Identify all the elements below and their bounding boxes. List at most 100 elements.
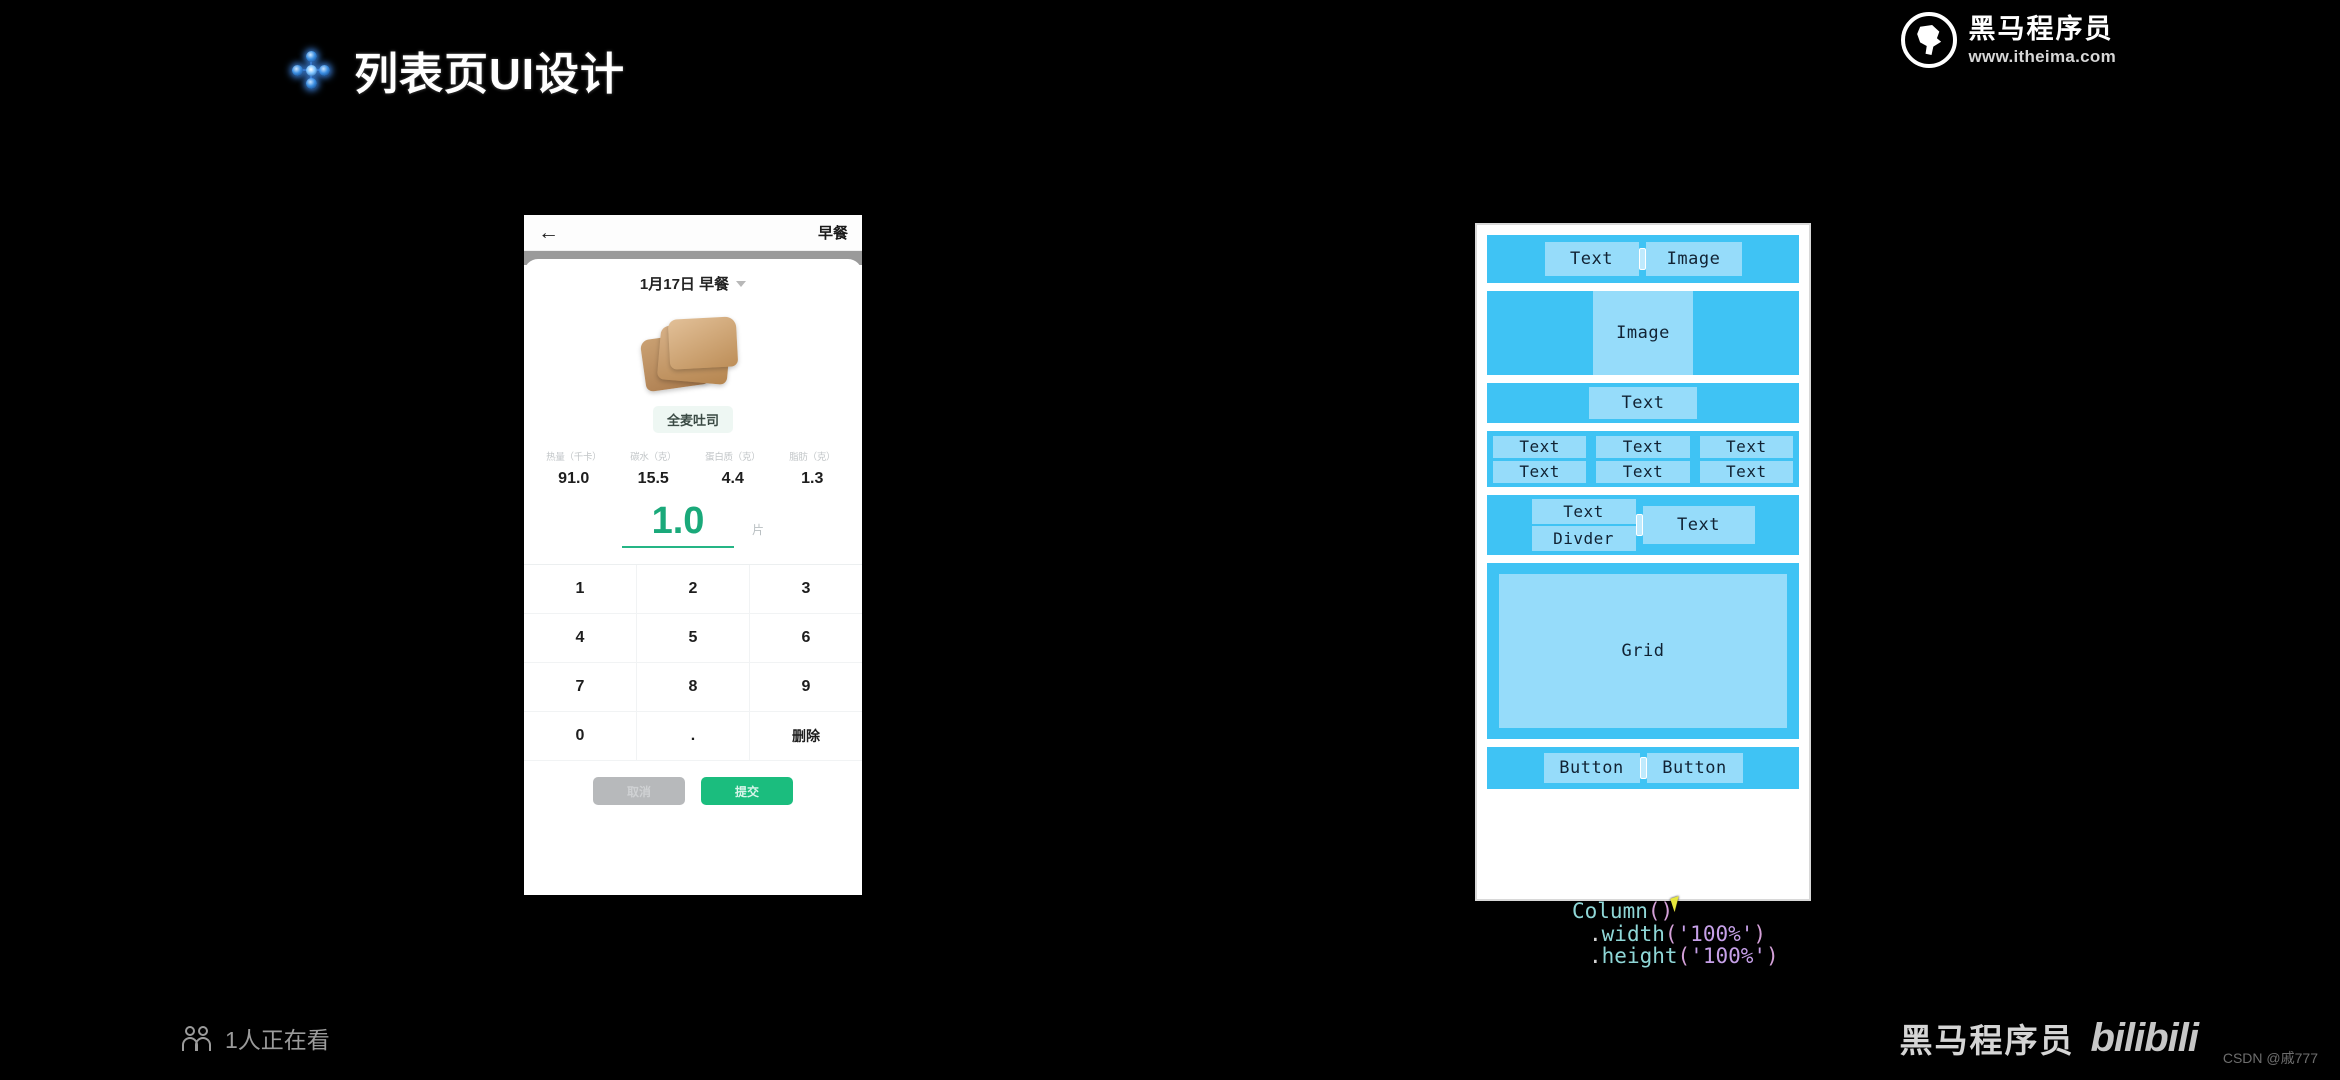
- wireframe-diagram: Text Image Image Text Text Text Text Tex…: [1475, 223, 1811, 901]
- code-close-paren: ): [1753, 921, 1767, 946]
- code-parens: (): [1647, 899, 1674, 923]
- code-open-paren: (: [1664, 921, 1678, 946]
- code-close-paren: ): [1766, 944, 1779, 969]
- wireframe-text-block[interactable]: Text: [1493, 435, 1587, 458]
- wireframe-stat-column: Text Text: [1699, 435, 1793, 483]
- code-arg-height: '100%': [1690, 944, 1767, 969]
- food-image: [524, 312, 862, 398]
- numeric-keypad: 1 2 3 4 5 6 7 8 9 0 . 删除: [524, 564, 862, 761]
- wireframe-row-title[interactable]: Text: [1487, 383, 1799, 423]
- phone-statusbar: ← 早餐: [524, 215, 862, 251]
- keypad-row: 1 2 3: [524, 565, 862, 614]
- keypad-row: 7 8 9: [524, 663, 862, 712]
- code-class-name: Column: [1572, 899, 1648, 923]
- wireframe-row-grid[interactable]: Grid: [1487, 563, 1799, 739]
- chevron-down-icon: [736, 280, 747, 287]
- cancel-button[interactable]: 取消: [593, 777, 685, 805]
- watermark-brand: 黑马程序员: [1899, 1022, 2075, 1059]
- wireframe-divider-block[interactable]: Divder: [1531, 526, 1636, 551]
- page-title: 列表页UI设计: [354, 50, 625, 99]
- nutrition-value: 1.3: [801, 470, 824, 487]
- drag-handle-icon[interactable]: [1639, 757, 1647, 779]
- nutrition-table: 热量（千卡） 碳水（克） 蛋白质（克） 脂肪（克） 91.0 15.5 4.4 …: [524, 449, 862, 488]
- wireframe-text-block[interactable]: Text: [1493, 460, 1587, 483]
- nutrition-label: 热量（千卡）: [546, 452, 602, 463]
- wireframe-stat-column: Text Text: [1596, 435, 1690, 483]
- slide-title-row: 列表页UI设计: [290, 38, 625, 102]
- code-fn-height: height: [1601, 944, 1678, 969]
- wireframe-text-block[interactable]: Text: [1596, 435, 1690, 458]
- brand-url: www.itheima.com: [1968, 46, 2116, 66]
- drag-handle-icon[interactable]: [1638, 248, 1646, 270]
- key-2[interactable]: 2: [637, 565, 750, 614]
- key-decimal[interactable]: .: [637, 712, 750, 761]
- key-5[interactable]: 5: [637, 614, 750, 663]
- amount-underline: [621, 546, 734, 548]
- wireframe-stat-column: Text Text: [1493, 435, 1587, 483]
- wireframe-text-block[interactable]: Text: [1589, 387, 1697, 419]
- drag-handle-icon[interactable]: [1635, 514, 1643, 536]
- food-name-badge: 全麦吐司: [652, 406, 733, 433]
- submit-button[interactable]: 提交: [701, 777, 793, 805]
- itheima-horse-logo-icon: [1900, 12, 1957, 68]
- key-3[interactable]: 3: [750, 565, 862, 614]
- key-7[interactable]: 7: [524, 663, 637, 712]
- wireframe-text-block[interactable]: Text: [1531, 499, 1636, 524]
- code-dot: .: [1589, 944, 1602, 969]
- brand-logo: 黑马程序员 www.itheima.com: [1900, 12, 2116, 68]
- keypad-row: 4 5 6: [524, 614, 862, 663]
- wireframe-text-block[interactable]: Text: [1699, 435, 1793, 458]
- key-9[interactable]: 9: [750, 663, 862, 712]
- keypad-row: 0 . 删除: [524, 712, 862, 761]
- statusbar-title: 早餐: [817, 225, 848, 242]
- code-open-paren: (: [1677, 944, 1691, 969]
- key-8[interactable]: 8: [637, 663, 750, 712]
- nutrition-label: 脂肪（克）: [789, 452, 836, 463]
- code-arg-width: '100%': [1677, 921, 1754, 946]
- wireframe-divider-stack: Text Divder: [1531, 499, 1636, 551]
- wireframe-button-block[interactable]: Button: [1543, 753, 1640, 783]
- amount-input-row: 1.0 片: [524, 502, 862, 554]
- wireframe-grid-block[interactable]: Grid: [1499, 574, 1787, 728]
- wireframe-text-block[interactable]: Text: [1699, 460, 1793, 483]
- key-delete[interactable]: 删除: [750, 712, 862, 761]
- key-4[interactable]: 4: [524, 614, 637, 663]
- four-diamond-icon: [290, 49, 332, 91]
- bilibili-logo-icon: bilibili: [2090, 1015, 2199, 1060]
- amount-value[interactable]: 1.0: [652, 502, 705, 540]
- viewer-count: 1人正在看: [182, 1021, 330, 1055]
- brand-name: 黑马程序员: [1968, 13, 2114, 44]
- wireframe-image-block[interactable]: Image: [1645, 242, 1742, 276]
- slide-canvas: 列表页UI设计 黑马程序员 www.itheima.com ← 早餐 1月17日…: [0, 0, 2340, 1080]
- sheet-date-label: 1月17日 早餐: [639, 276, 730, 293]
- wireframe-button-block[interactable]: Button: [1646, 753, 1743, 783]
- nutrition-value: 15.5: [637, 470, 669, 487]
- wireframe-row-image[interactable]: Image: [1487, 291, 1799, 375]
- key-0[interactable]: 0: [524, 712, 637, 761]
- phone-mockup: ← 早餐 1月17日 早餐 全麦吐司 热量（千卡） 碳水（克） 蛋白质（克） 脂…: [524, 215, 862, 895]
- sheet-date-selector[interactable]: 1月17日 早餐: [524, 259, 862, 294]
- action-buttons: 取消 提交: [524, 777, 862, 805]
- key-1[interactable]: 1: [524, 565, 637, 614]
- nutrition-value: 4.4: [721, 470, 744, 487]
- wireframe-row-header[interactable]: Text Image: [1487, 235, 1799, 283]
- wireframe-text-block[interactable]: Text: [1596, 460, 1690, 483]
- wireframe-row-stats[interactable]: Text Text Text Text Text Text: [1487, 431, 1799, 487]
- wireframe-text-block[interactable]: Text: [1544, 242, 1639, 276]
- code-fn-width: width: [1601, 921, 1665, 946]
- nutrition-label: 蛋白质（克）: [705, 452, 761, 463]
- nutrition-header-row: 热量（千卡） 碳水（克） 蛋白质（克） 脂肪（克）: [534, 449, 852, 463]
- code-dot: .: [1589, 921, 1602, 946]
- csdn-credit: CSDN @戚777: [2222, 1050, 2318, 1066]
- key-6[interactable]: 6: [750, 614, 862, 663]
- wireframe-text-block[interactable]: Text: [1642, 506, 1755, 544]
- wireframe-row-buttons[interactable]: Button Button: [1487, 747, 1799, 789]
- bilibili-watermark: 黑马程序员 bilibili: [1899, 1014, 2199, 1062]
- wireframe-row-divider[interactable]: Text Divder Text: [1487, 495, 1799, 555]
- back-arrow-icon[interactable]: ←: [538, 222, 559, 243]
- amount-unit: 片: [751, 523, 764, 537]
- wireframe-image-block[interactable]: Image: [1593, 291, 1693, 375]
- people-icon: [182, 1025, 213, 1051]
- phone-sheet: 1月17日 早餐 全麦吐司 热量（千卡） 碳水（克） 蛋白质（克） 脂肪（克）: [524, 259, 862, 895]
- viewer-count-label: 1人正在看: [225, 1027, 330, 1053]
